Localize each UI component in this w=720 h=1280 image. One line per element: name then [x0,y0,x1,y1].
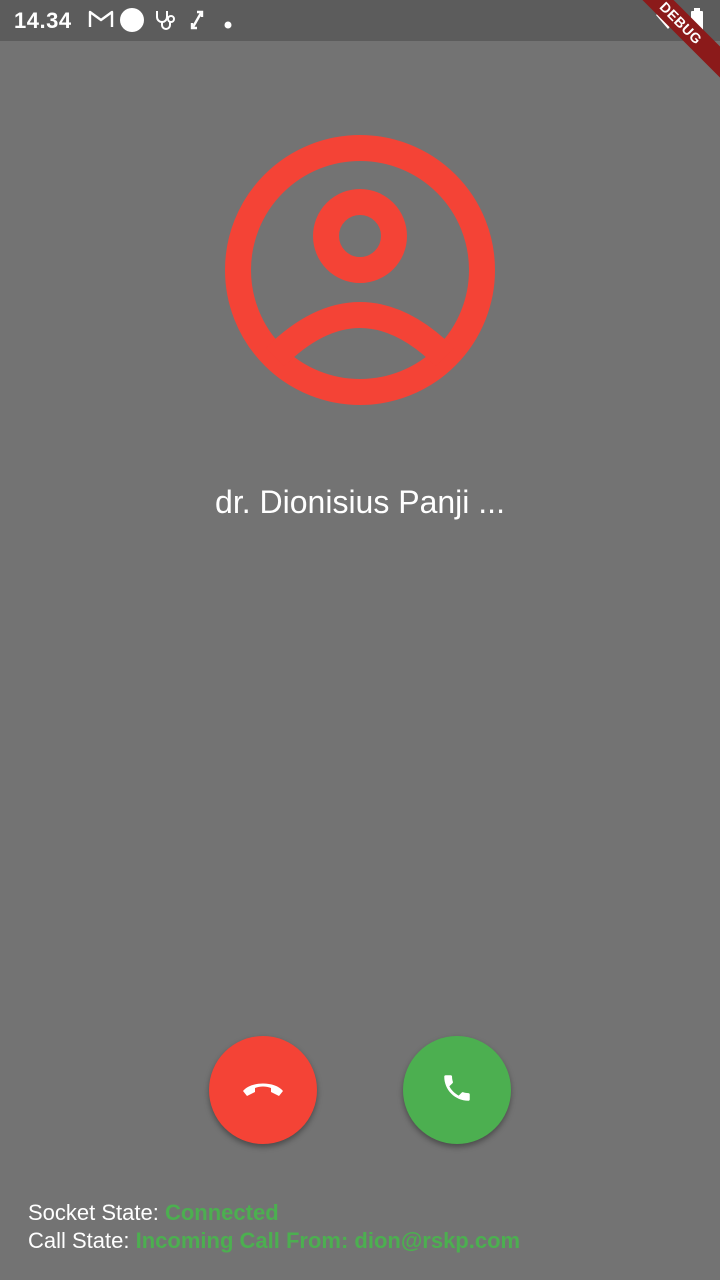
socket-state-label: Socket State: [28,1200,165,1225]
call-state-value: Incoming Call From: dion@rskp.com [135,1228,521,1253]
account-circle-icon [225,135,495,405]
call-end-icon [241,1078,285,1103]
gmail-icon [88,8,114,35]
accept-call-button[interactable] [403,1036,511,1144]
stethoscope-icon [152,8,178,37]
dot-icon [224,16,232,34]
decline-call-button[interactable] [209,1036,317,1144]
phone-icon [440,1071,474,1110]
call-state-line: Call State: Incoming Call From: dion@rsk… [28,1228,520,1254]
caller-name: dr. Dionisius Panji ... [215,484,505,520]
status-bar: 14.34 [0,0,720,41]
circle-icon [119,7,145,38]
sync-icon [187,8,207,37]
call-state-label: Call State: [28,1228,136,1253]
status-time: 14.34 [14,8,72,33]
socket-state-line: Socket State: Connected [28,1200,279,1226]
socket-state-value: Connected [164,1200,279,1225]
